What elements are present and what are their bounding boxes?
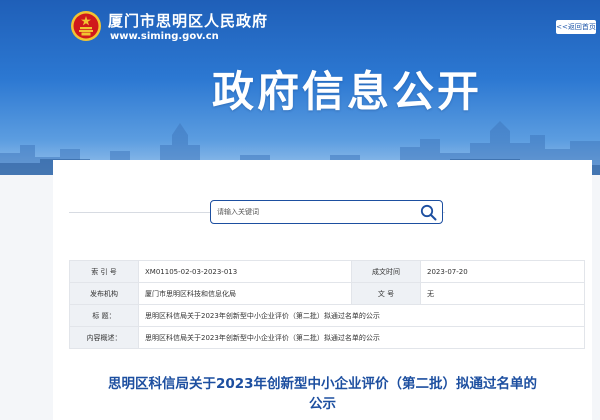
- content-card: 索 引 号 XM01105-02-03-2023-013 成文时间 2023-0…: [53, 160, 592, 420]
- article-title: 思明区科信局关于2023年创新型中小企业评价（第二批）拟通过名单的: [107, 376, 538, 392]
- search-box: [210, 200, 443, 224]
- search-input[interactable]: [217, 204, 407, 220]
- page-heading: 政府信息公开: [212, 67, 483, 116]
- date-label: 成文时间: [351, 260, 421, 283]
- title-label: 标 题：: [69, 304, 139, 327]
- table-row: 索 引 号 XM01105-02-03-2023-013 成文时间 2023-0…: [69, 260, 585, 283]
- site-url: www.siming.gov.cn: [110, 31, 219, 42]
- national-emblem-logo[interactable]: [70, 10, 102, 42]
- summary-value: 思明区科信局关于2023年创新型中小企业评价（第二批）拟通过名单的公示: [138, 326, 585, 349]
- date-value: 2023-07-20: [420, 260, 585, 283]
- table-row: 发布机构 厦门市思明区科技和信息化局 文 号 无: [69, 282, 585, 305]
- table-row: 标 题： 思明区科信局关于2023年创新型中小企业评价（第二批）拟通过名单的公示: [69, 304, 585, 327]
- index-label: 索 引 号: [69, 260, 139, 283]
- summary-label: 内容概述：: [69, 326, 139, 349]
- info-table: 索 引 号 XM01105-02-03-2023-013 成文时间 2023-0…: [69, 260, 585, 349]
- doc-no-label: 文 号: [351, 282, 421, 305]
- doc-no-value: 无: [420, 282, 585, 305]
- back-to-home-button[interactable]: <<返回首页: [556, 20, 596, 34]
- title-value: 思明区科信局关于2023年创新型中小企业评价（第二批）拟通过名单的公示: [138, 304, 585, 327]
- table-row: 内容概述： 思明区科信局关于2023年创新型中小企业评价（第二批）拟通过名单的公…: [69, 326, 585, 349]
- header-banner: 厦门市思明区人民政府 www.siming.gov.cn <<返回首页 政府信息…: [0, 0, 600, 175]
- site-name[interactable]: 厦门市思明区人民政府: [108, 10, 268, 31]
- article-title-continued: 公示: [309, 396, 336, 412]
- index-value: XM01105-02-03-2023-013: [138, 260, 352, 283]
- publisher-label: 发布机构: [69, 282, 139, 305]
- search-icon[interactable]: [420, 204, 437, 221]
- publisher-value: 厦门市思明区科技和信息化局: [138, 282, 352, 305]
